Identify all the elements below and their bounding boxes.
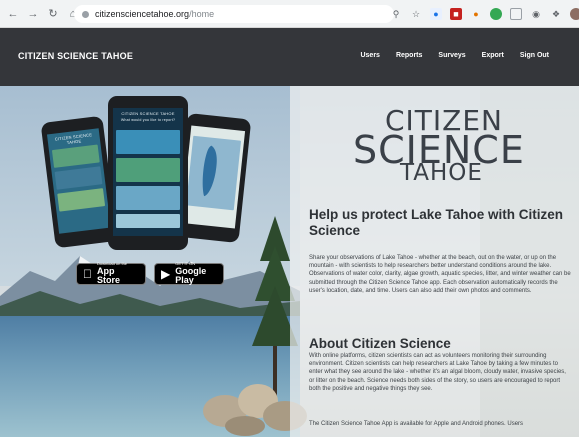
- extension-icon[interactable]: ◉: [530, 8, 542, 20]
- extension-icon[interactable]: [490, 8, 502, 20]
- availability-text: The Citizen Science Tahoe App is availab…: [309, 421, 524, 427]
- star-icon[interactable]: ☆: [410, 8, 422, 20]
- apple-icon: : [83, 268, 92, 280]
- intro-paragraph: Share your observations of Lake Tahoe - …: [309, 255, 571, 294]
- google-play-label: Google Play: [175, 265, 207, 286]
- google-play-badge[interactable]: ▶ GET IT ON Google Play: [154, 262, 224, 286]
- nav-users[interactable]: Users: [360, 52, 379, 59]
- extension-icon[interactable]: ●: [430, 8, 442, 20]
- site-brand[interactable]: CITIZEN SCIENCE TAHOE: [18, 51, 133, 61]
- back-arrow-icon[interactable]: ←: [6, 7, 20, 21]
- nav-sign-out[interactable]: Sign Out: [520, 52, 549, 59]
- extension-icon[interactable]: ●: [470, 8, 482, 20]
- nav-reports[interactable]: Reports: [396, 52, 422, 59]
- about-paragraph: With online platforms, citizen scientist…: [309, 353, 566, 392]
- puzzle-icon[interactable]: ❖: [550, 8, 562, 20]
- page-headline: Help us protect Lake Tahoe with Citizen …: [309, 207, 564, 238]
- main-nav: Users Reports Surveys Export Sign Out: [360, 52, 549, 59]
- app-store-badge[interactable]:  Download on the App Store: [76, 262, 146, 285]
- reload-icon[interactable]: ↻: [46, 7, 60, 21]
- profile-avatar-icon[interactable]: [570, 8, 579, 20]
- search-icon[interactable]: ⚲: [390, 8, 402, 20]
- nav-surveys[interactable]: Surveys: [438, 52, 465, 59]
- google-play-icon: ▶: [161, 267, 171, 281]
- nav-export[interactable]: Export: [482, 52, 504, 59]
- extension-bar: ⚲ ☆ ● ■ ● ◉ ❖: [382, 6, 579, 22]
- extension-icon[interactable]: [510, 8, 522, 20]
- phone-center-prompt: What would you like to report?: [120, 118, 176, 122]
- about-heading: About Citizen Science: [309, 336, 451, 351]
- app-store-label: App Store: [88, 266, 132, 285]
- url-path: /home: [189, 9, 215, 19]
- logo-tahoe: TAHOE: [400, 160, 483, 186]
- browser-toolbar: ← → ↻ ⌂ citizensciencetahoe.org/home ⚲ ☆…: [0, 0, 579, 28]
- url-host: citizensciencetahoe.org: [95, 9, 190, 19]
- address-bar[interactable]: citizensciencetahoe.org/home: [74, 5, 394, 23]
- forward-arrow-icon[interactable]: →: [26, 7, 40, 21]
- site-header: CITIZEN SCIENCE TAHOE Users Reports Surv…: [0, 28, 579, 86]
- phone-mockup-center: CITIZEN SCIENCE TAHOE What would you lik…: [108, 96, 188, 250]
- phone-center-title: CITIZEN SCIENCE TAHOE: [121, 111, 175, 116]
- pdf-icon[interactable]: ■: [450, 8, 462, 20]
- site-info-icon[interactable]: [82, 10, 89, 18]
